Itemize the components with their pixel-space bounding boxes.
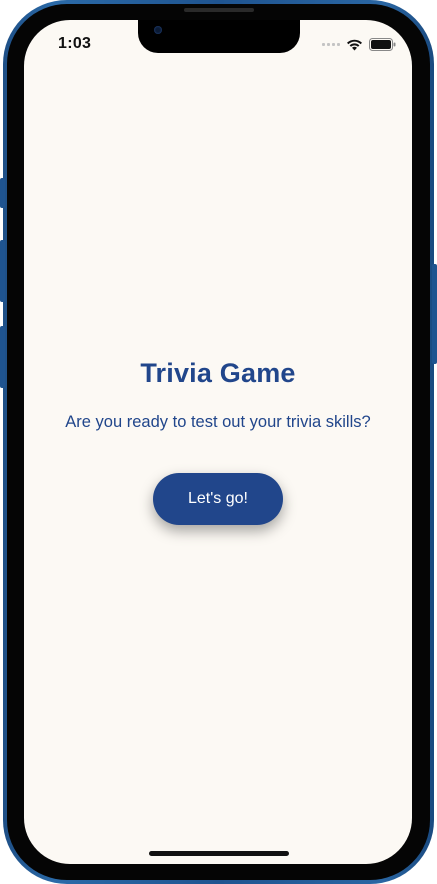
earpiece-speaker — [184, 8, 254, 12]
home-indicator[interactable] — [149, 851, 289, 856]
status-time: 1:03 — [58, 35, 92, 52]
start-game-button[interactable]: Let's go! — [153, 473, 283, 525]
notch — [138, 20, 300, 53]
page-subtitle: Are you ready to test out your trivia sk… — [65, 413, 371, 431]
battery-icon — [369, 38, 396, 51]
wifi-icon — [347, 39, 362, 50]
volume-up-button — [0, 240, 5, 302]
page-title: Trivia Game — [140, 358, 296, 388]
status-icons — [322, 38, 396, 51]
power-button — [432, 264, 437, 364]
app-screen: 1:03 Trivia Game Are you ready to test o… — [24, 20, 412, 864]
mute-switch — [0, 178, 5, 208]
volume-down-button — [0, 326, 5, 388]
signal-icon — [322, 43, 340, 46]
camera-icon — [154, 26, 162, 34]
